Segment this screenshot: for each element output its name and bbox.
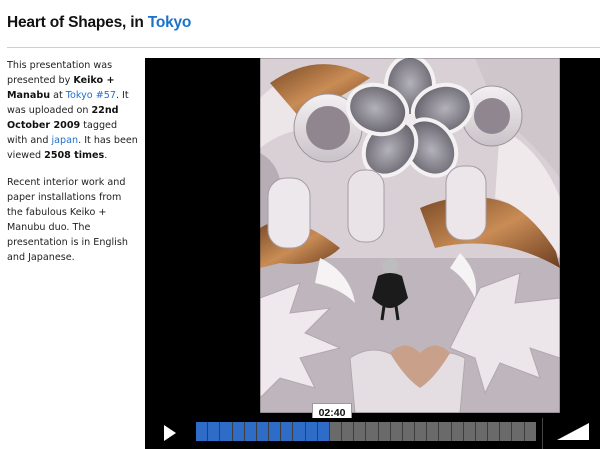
volume-control[interactable] — [556, 422, 590, 441]
progress-segment-played — [220, 422, 232, 441]
progress-segment-played — [232, 422, 244, 441]
meta-text: at — [50, 90, 66, 101]
video-frame — [260, 58, 560, 413]
city-link[interactable]: Tokyo — [148, 14, 192, 31]
progress-segment — [451, 422, 463, 441]
progress-segment — [500, 422, 512, 441]
title-text: Heart of Shapes, in — [7, 14, 148, 31]
view-count: 2508 times — [44, 150, 105, 161]
progress-segment-played — [269, 422, 281, 441]
progress-segment — [329, 422, 342, 441]
progress-segment — [512, 422, 524, 441]
title-divider — [7, 47, 600, 48]
progress-segment — [475, 422, 488, 441]
progress-segment — [342, 422, 354, 441]
progress-segment — [354, 422, 366, 441]
play-button[interactable] — [162, 423, 178, 443]
progress-divider — [542, 418, 543, 449]
page-title: Heart of Shapes, in Tokyo — [7, 14, 191, 32]
progress-bar[interactable] — [196, 422, 536, 441]
player-controls — [145, 418, 600, 449]
progress-segment — [488, 422, 500, 441]
progress-segment — [524, 422, 536, 441]
presentation-meta: This presentation was presented by Keiko… — [7, 58, 139, 163]
tag-link[interactable]: japan — [52, 135, 79, 146]
progress-segment — [427, 422, 439, 441]
progress-segment-played — [196, 422, 208, 441]
progress-segment-played — [256, 422, 269, 441]
play-icon — [164, 425, 176, 441]
progress-segment — [402, 422, 415, 441]
progress-segment-played — [281, 422, 293, 441]
progress-segment-played — [208, 422, 220, 441]
progress-segment-played — [244, 422, 256, 441]
progress-segment — [439, 422, 451, 441]
progress-segment-played — [317, 422, 329, 441]
video-player[interactable]: 02:40 — [145, 58, 600, 449]
progress-segment — [463, 422, 475, 441]
progress-segment — [390, 422, 402, 441]
volume-icon — [557, 423, 589, 440]
presentation-description: Recent interior work and paper installat… — [7, 177, 128, 263]
progress-segment — [378, 422, 390, 441]
meta-text: . — [104, 150, 108, 161]
presentation-info: This presentation was presented by Keiko… — [7, 58, 139, 277]
progress-segment-played — [305, 422, 317, 441]
progress-segment — [415, 422, 427, 441]
event-link[interactable]: Tokyo #57 — [66, 90, 116, 101]
progress-segment — [366, 422, 378, 441]
progress-segment-played — [293, 422, 305, 441]
